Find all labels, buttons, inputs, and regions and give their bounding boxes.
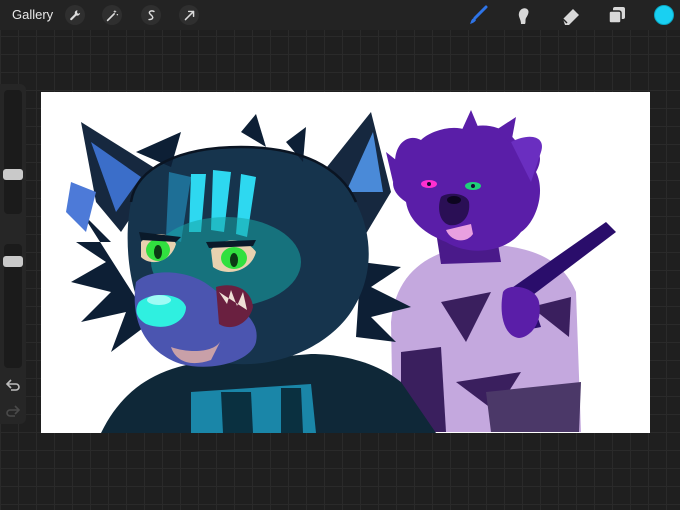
brush-size-slider[interactable] — [4, 90, 22, 214]
brush-tool-button[interactable] — [467, 4, 489, 26]
selection-icon — [147, 9, 155, 20]
magic-wand-icon — [106, 9, 118, 21]
layers-button[interactable] — [606, 4, 628, 26]
eraser-icon — [562, 9, 579, 25]
color-picker-button[interactable] — [654, 5, 674, 25]
smudge-tool-button[interactable] — [512, 4, 534, 26]
undo-button[interactable] — [5, 378, 21, 392]
left-sidebar — [0, 84, 26, 424]
transform-arrow-icon — [184, 10, 194, 20]
opacity-thumb[interactable] — [3, 256, 23, 267]
artwork-illustration — [66, 110, 616, 433]
wrench-icon — [69, 9, 80, 20]
redo-button[interactable] — [5, 404, 21, 418]
teal-character — [66, 112, 436, 433]
adjustments-button[interactable] — [102, 5, 122, 25]
smudge-icon — [518, 8, 529, 24]
gallery-button[interactable]: Gallery — [12, 7, 53, 22]
eraser-tool-button[interactable] — [560, 4, 582, 26]
drawing-canvas[interactable] — [41, 92, 650, 433]
selection-button[interactable] — [141, 5, 161, 25]
brush-size-thumb[interactable] — [3, 169, 23, 180]
transform-button[interactable] — [179, 5, 199, 25]
actions-button[interactable] — [65, 5, 85, 25]
purple-character — [386, 110, 616, 432]
brush-icon — [470, 5, 488, 24]
top-toolbar: Gallery — [0, 0, 680, 30]
layers-icon — [608, 7, 625, 24]
